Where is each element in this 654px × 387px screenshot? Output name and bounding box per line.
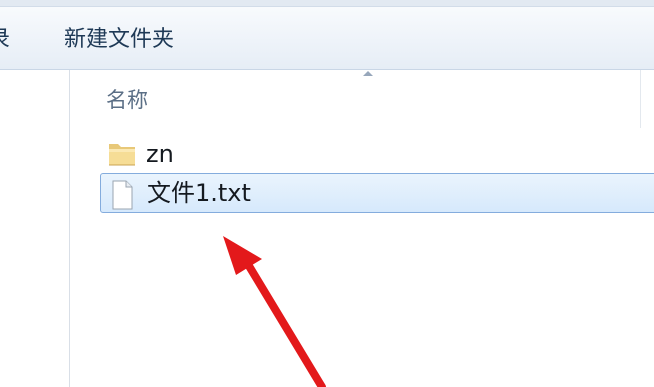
folder-icon [106,139,138,173]
new-folder-button[interactable]: 新建文件夹 [64,26,174,54]
file-list: 名称 zn 文件1.txt [70,70,654,387]
toolbar-button-partial[interactable]: 录 [0,26,10,54]
navigation-pane[interactable] [0,70,70,387]
list-item-label: zn [146,140,174,168]
list-item-folder[interactable]: zn [100,134,654,174]
list-item-file-selected[interactable]: 文件1.txt [100,173,654,213]
column-header-name[interactable]: 名称 [70,70,641,128]
command-bar: 录 新建文件夹 [0,0,654,70]
list-item-label: 文件1.txt [147,179,251,207]
column-header-label: 名称 [106,88,148,112]
sort-caret-icon [363,71,373,76]
text-file-icon [107,179,137,215]
address-bar-edge [0,0,654,7]
